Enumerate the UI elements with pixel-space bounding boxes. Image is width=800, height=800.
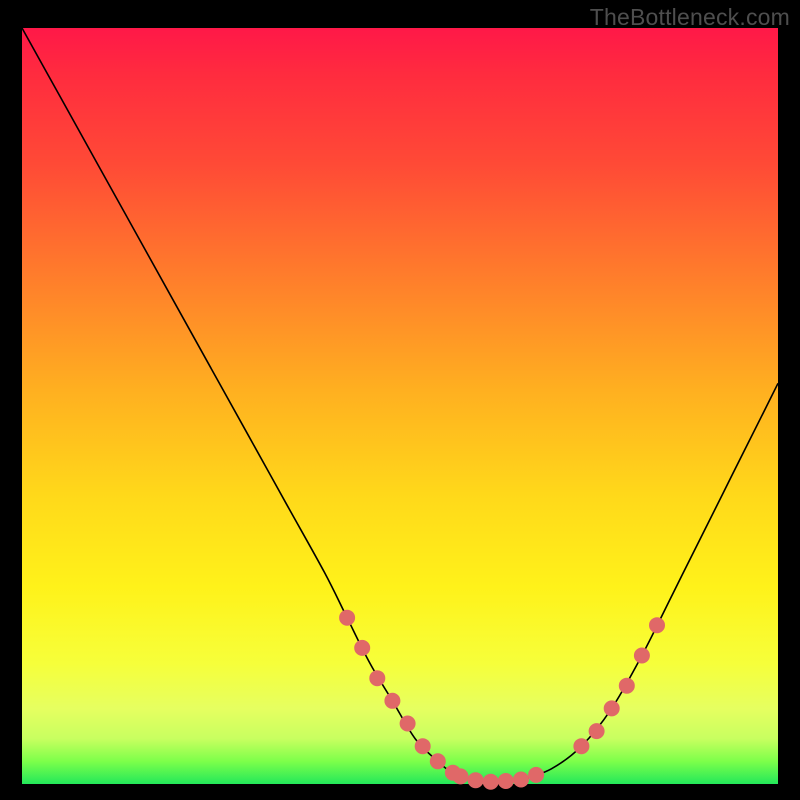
curve-marker: [634, 648, 649, 663]
curve-marker: [468, 773, 483, 788]
curve-marker: [370, 671, 385, 686]
curve-marker: [355, 640, 370, 655]
chart-frame: TheBottleneck.com: [0, 0, 800, 800]
curve-marker: [483, 774, 498, 789]
curve-marker: [589, 724, 604, 739]
curve-marker: [574, 739, 589, 754]
curve-marker: [650, 618, 665, 633]
curve-marker: [415, 739, 430, 754]
curve-marker: [453, 769, 468, 784]
watermark-text: TheBottleneck.com: [590, 4, 790, 31]
curve-marker: [529, 767, 544, 782]
curve-marker: [430, 754, 445, 769]
curve-marker: [400, 716, 415, 731]
curve-marker: [619, 678, 634, 693]
plot-area: [22, 28, 778, 784]
curve-marker: [340, 610, 355, 625]
curve-marker: [514, 772, 529, 787]
bottleneck-curve: [22, 28, 778, 782]
highlighted-markers: [340, 610, 665, 789]
curve-marker: [498, 774, 513, 789]
curve-marker: [604, 701, 619, 716]
bottleneck-curve-svg: [22, 28, 778, 784]
curve-marker: [385, 693, 400, 708]
